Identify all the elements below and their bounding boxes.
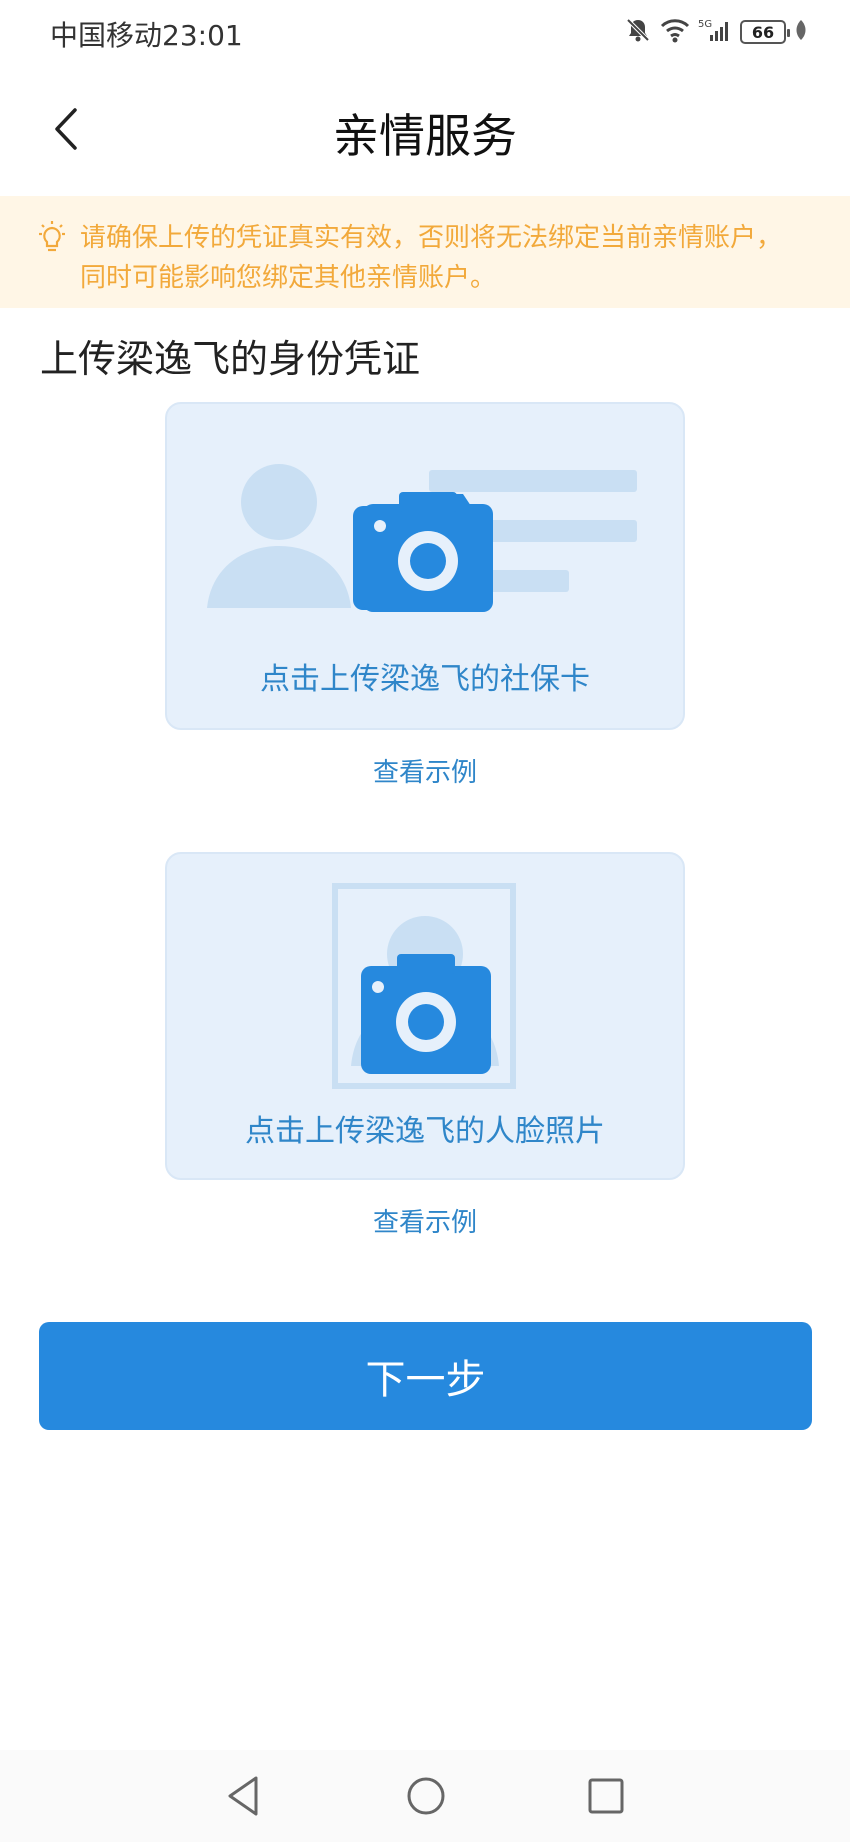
notice-banner: 请确保上传的凭证真实有效，否则将无法绑定当前亲情账户，同时可能影响您绑定其他亲情… [0, 196, 850, 308]
network-label: 5G [698, 19, 712, 30]
view-example-link[interactable]: 查看示例 [0, 1202, 850, 1239]
wifi-icon [660, 17, 690, 47]
system-home-button[interactable] [400, 1770, 452, 1822]
view-example-link[interactable]: 查看示例 [0, 752, 850, 789]
page-title: 亲情服务 [333, 109, 517, 163]
section-title: 上传梁逸飞的身份凭证 [40, 337, 421, 381]
signal-icon: 5G [698, 17, 732, 47]
notice-text: 请确保上传的凭证真实有效，否则将无法绑定当前亲情账户，同时可能影响您绑定其他亲情… [80, 223, 783, 293]
leaf-icon [794, 18, 808, 46]
status-bar: 中国移动23:01 5G 66 [0, 0, 850, 64]
mute-bell-icon [624, 16, 652, 48]
upload-face-photo[interactable]: 点击上传梁逸飞的人脸照片 [165, 852, 685, 1180]
system-back-button[interactable] [218, 1770, 270, 1822]
status-icons: 5G 66 [624, 16, 808, 48]
camera-icon [353, 492, 493, 612]
lightbulb-icon [36, 220, 68, 256]
upload-card-label: 点击上传梁逸飞的人脸照片 [245, 1114, 605, 1149]
square-recents-icon [588, 1778, 624, 1814]
circle-home-icon [407, 1777, 445, 1815]
system-recents-button[interactable] [580, 1770, 632, 1822]
upload-card-label: 点击上传梁逸飞的社保卡 [260, 662, 590, 697]
triangle-back-icon [228, 1776, 258, 1816]
battery-indicator: 66 [740, 20, 790, 44]
camera-icon [361, 954, 491, 1074]
page: 中国移动23:01 5G 66 亲情服务 请确保上传的凭证真实有效，否则将无法绑… [0, 0, 850, 1842]
navigation-bar: 亲情服务 [0, 64, 850, 194]
battery-level: 66 [751, 22, 775, 42]
carrier-time: 中国移动23:01 [50, 19, 243, 52]
upload-social-security-card[interactable]: 点击上传梁逸飞的社保卡 [165, 402, 685, 730]
system-navigation-bar [0, 1750, 850, 1842]
next-step-button[interactable]: 下一步 [39, 1322, 812, 1430]
